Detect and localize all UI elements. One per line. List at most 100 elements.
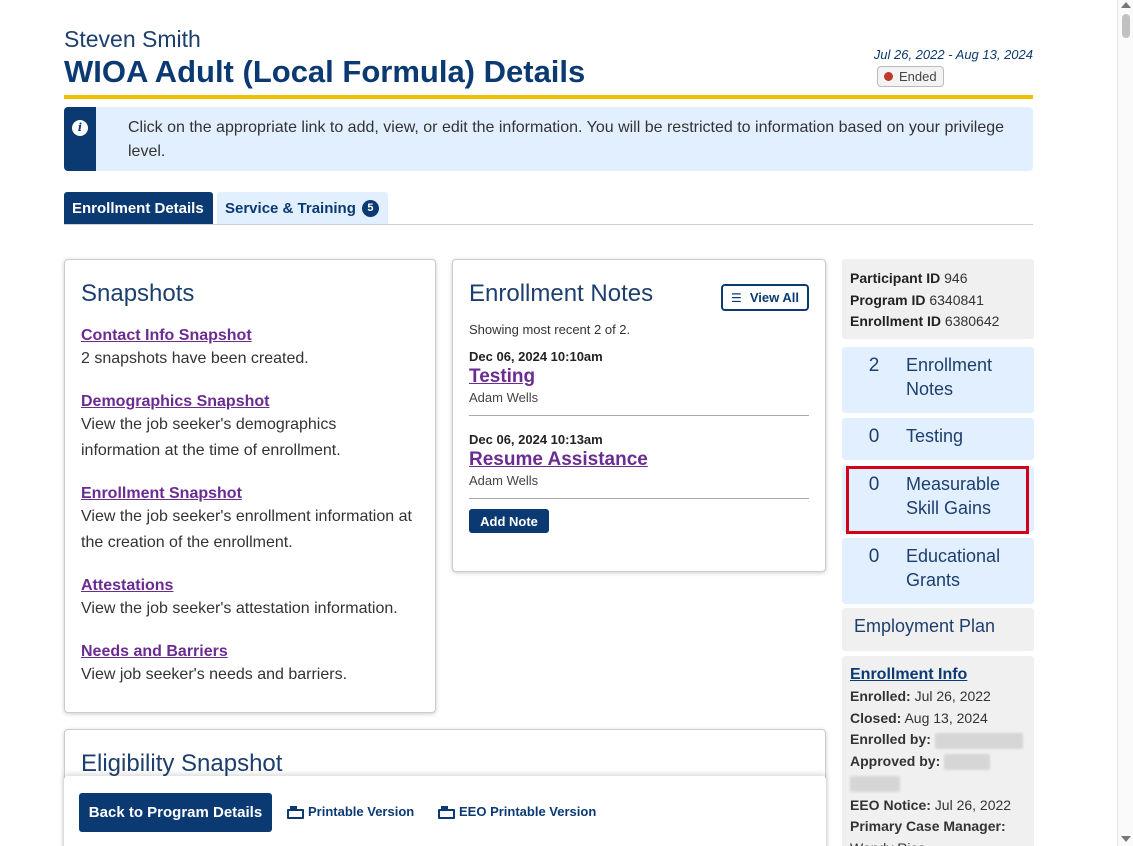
contact-info-snapshot-link[interactable]: Contact Info Snapshot	[81, 326, 419, 346]
program-id-row: Program ID 6340841	[850, 290, 1026, 312]
closed-row: Closed: Aug 13, 2024	[850, 708, 1026, 730]
stat-label: Testing	[906, 426, 964, 446]
tab-bar: Enrollment Details Service & Training 5	[64, 192, 1033, 225]
enrollment-id-value: 6380642	[944, 313, 1000, 329]
approved-by-label: Approved by:	[850, 753, 941, 770]
view-all-label: View All	[749, 290, 799, 305]
note-item: Dec 06, 2024 10:13am Resume Assistance A…	[469, 416, 809, 499]
tab-label: Service & Training	[225, 199, 356, 217]
program-id-value: 6340841	[929, 291, 984, 308]
snapshot-description: View the job seeker's demographics infor…	[81, 416, 341, 459]
notes-count-text: Showing most recent 2 of 2.	[469, 322, 631, 337]
enrollment-info-link[interactable]: Enrollment Info	[850, 664, 1026, 686]
note-title-link[interactable]: Testing	[469, 366, 809, 388]
enrolled-by-row: Enrolled by:	[850, 729, 1026, 751]
closed-value: Aug 13, 2024	[904, 709, 988, 726]
enrolled-value: Jul 26, 2022	[914, 688, 991, 704]
scroll-down-icon[interactable]	[1121, 836, 1131, 842]
participant-name: Steven Smith	[64, 26, 201, 52]
stat-testing[interactable]: 0 Testing	[842, 418, 1034, 460]
eeo-notice-label: EEO Notice:	[850, 796, 931, 813]
case-manager-value: Wendy Rios	[850, 838, 1026, 846]
approved-by-row: Approved by:	[850, 751, 1026, 794]
closed-label: Closed:	[850, 709, 902, 726]
eeo-printable-version-label: EEO Printable Version	[459, 804, 597, 819]
case-manager-row: Primary Case Manager:	[850, 816, 1026, 838]
status-label: Ended	[899, 69, 937, 84]
tab-enrollment-details[interactable]: Enrollment Details	[64, 192, 213, 224]
note-date: Dec 06, 2024 10:10am	[469, 349, 603, 364]
snapshot-item: Demographics Snapshot View the job seeke…	[81, 392, 419, 464]
status-dot-icon	[884, 72, 893, 81]
printer-icon	[287, 806, 304, 819]
participant-id-value: 946	[944, 270, 968, 286]
stat-count: 2	[868, 355, 880, 376]
vertical-scrollbar[interactable]	[1117, 0, 1133, 846]
case-manager-label: Primary Case Manager:	[850, 818, 1006, 835]
stat-enrollment-notes[interactable]: 2 Enrollment Notes	[842, 347, 1034, 413]
stat-label: Educational Grants	[906, 546, 1001, 590]
tab-count-badge: 5	[361, 199, 379, 217]
snapshot-item: Needs and Barriers View job seeker's nee…	[81, 642, 419, 688]
scroll-up-icon[interactable]	[1121, 2, 1131, 8]
add-note-button[interactable]: Add Note	[469, 509, 549, 533]
list-icon: ☰	[731, 290, 742, 305]
snapshot-item: Attestations View the job seeker's attes…	[81, 576, 419, 622]
action-footer: Back to Program Details Printable Versio…	[64, 776, 826, 846]
note-item: Dec 06, 2024 10:10am Testing Adam Wells	[469, 337, 809, 416]
stat-count: 0	[868, 426, 880, 447]
scroll-thumb[interactable]	[1122, 14, 1130, 38]
note-author: Adam Wells	[469, 473, 539, 488]
highlight-box	[846, 466, 1029, 534]
info-icon: i	[72, 120, 88, 136]
needs-and-barriers-link[interactable]: Needs and Barriers	[81, 642, 419, 662]
title-divider	[64, 95, 1033, 99]
program-id-label: Program ID	[850, 291, 926, 308]
note-title-link[interactable]: Resume Assistance	[469, 449, 809, 471]
printer-icon	[438, 806, 455, 819]
view-all-button[interactable]: ☰ View All	[721, 284, 809, 311]
stat-educational-grants[interactable]: 0 Educational Grants	[842, 538, 1034, 604]
snapshot-item: Contact Info Snapshot 2 snapshots have b…	[81, 326, 419, 372]
enrollment-snapshot-link[interactable]: Enrollment Snapshot	[81, 484, 419, 504]
back-to-program-details-button[interactable]: Back to Program Details	[79, 793, 272, 832]
redacted-value	[944, 754, 991, 771]
employment-plan-link[interactable]: Employment Plan	[842, 608, 1034, 651]
eeo-notice-value: Jul 26, 2022	[934, 796, 1012, 813]
printable-version-link[interactable]: Printable Version	[287, 804, 414, 819]
note-author: Adam Wells	[469, 390, 539, 405]
note-date: Dec 06, 2024 10:13am	[469, 432, 603, 447]
enrolled-row: Enrolled: Jul 26, 2022	[850, 686, 1026, 708]
snapshot-item: Enrollment Snapshot View the job seeker'…	[81, 484, 419, 556]
eeo-notice-row: EEO Notice: Jul 26, 2022	[850, 795, 1026, 817]
snapshot-description: View the job seeker's attestation inform…	[81, 600, 398, 617]
enrolled-by-label: Enrolled by:	[850, 731, 931, 748]
snapshots-title: Snapshots	[81, 280, 195, 307]
enrollment-id-row: Enrollment ID 6380642	[850, 311, 1026, 333]
snapshot-description: 2 snapshots have been created.	[81, 350, 309, 367]
redacted-value	[934, 732, 1023, 749]
snapshot-description: View the job seeker's enrollment informa…	[81, 508, 412, 551]
redacted-value	[850, 776, 900, 793]
eligibility-snapshot-title: Eligibility Snapshot	[81, 750, 283, 777]
program-ids-panel: Participant ID 946 Program ID 6340841 En…	[842, 259, 1034, 339]
printable-version-label: Printable Version	[308, 804, 415, 819]
participant-id-label: Participant ID	[850, 270, 941, 286]
enrollment-notes-card: Enrollment Notes ☰ View All Showing most…	[452, 259, 826, 572]
info-banner-text: Click on the appropriate link to add, vi…	[128, 119, 1005, 160]
tab-service-training[interactable]: Service & Training 5	[217, 192, 388, 224]
stat-count: 0	[868, 546, 880, 567]
participant-id-row: Participant ID 946	[850, 268, 1026, 290]
enrolled-label: Enrolled:	[850, 688, 911, 704]
snapshot-description: View job seeker's needs and barriers.	[81, 666, 348, 683]
snapshots-card: Snapshots Contact Info Snapshot 2 snapsh…	[64, 259, 436, 713]
attestations-link[interactable]: Attestations	[81, 576, 419, 596]
tab-label: Enrollment Details	[72, 199, 204, 217]
status-badge: Ended	[877, 66, 944, 87]
page-title: WIOA Adult (Local Formula) Details	[64, 54, 586, 89]
info-banner: i Click on the appropriate link to add, …	[64, 107, 1033, 171]
demographics-snapshot-link[interactable]: Demographics Snapshot	[81, 392, 419, 412]
info-banner-bar: i	[64, 107, 96, 171]
stat-label: Enrollment Notes	[906, 355, 993, 399]
eeo-printable-version-link[interactable]: EEO Printable Version	[438, 804, 596, 819]
